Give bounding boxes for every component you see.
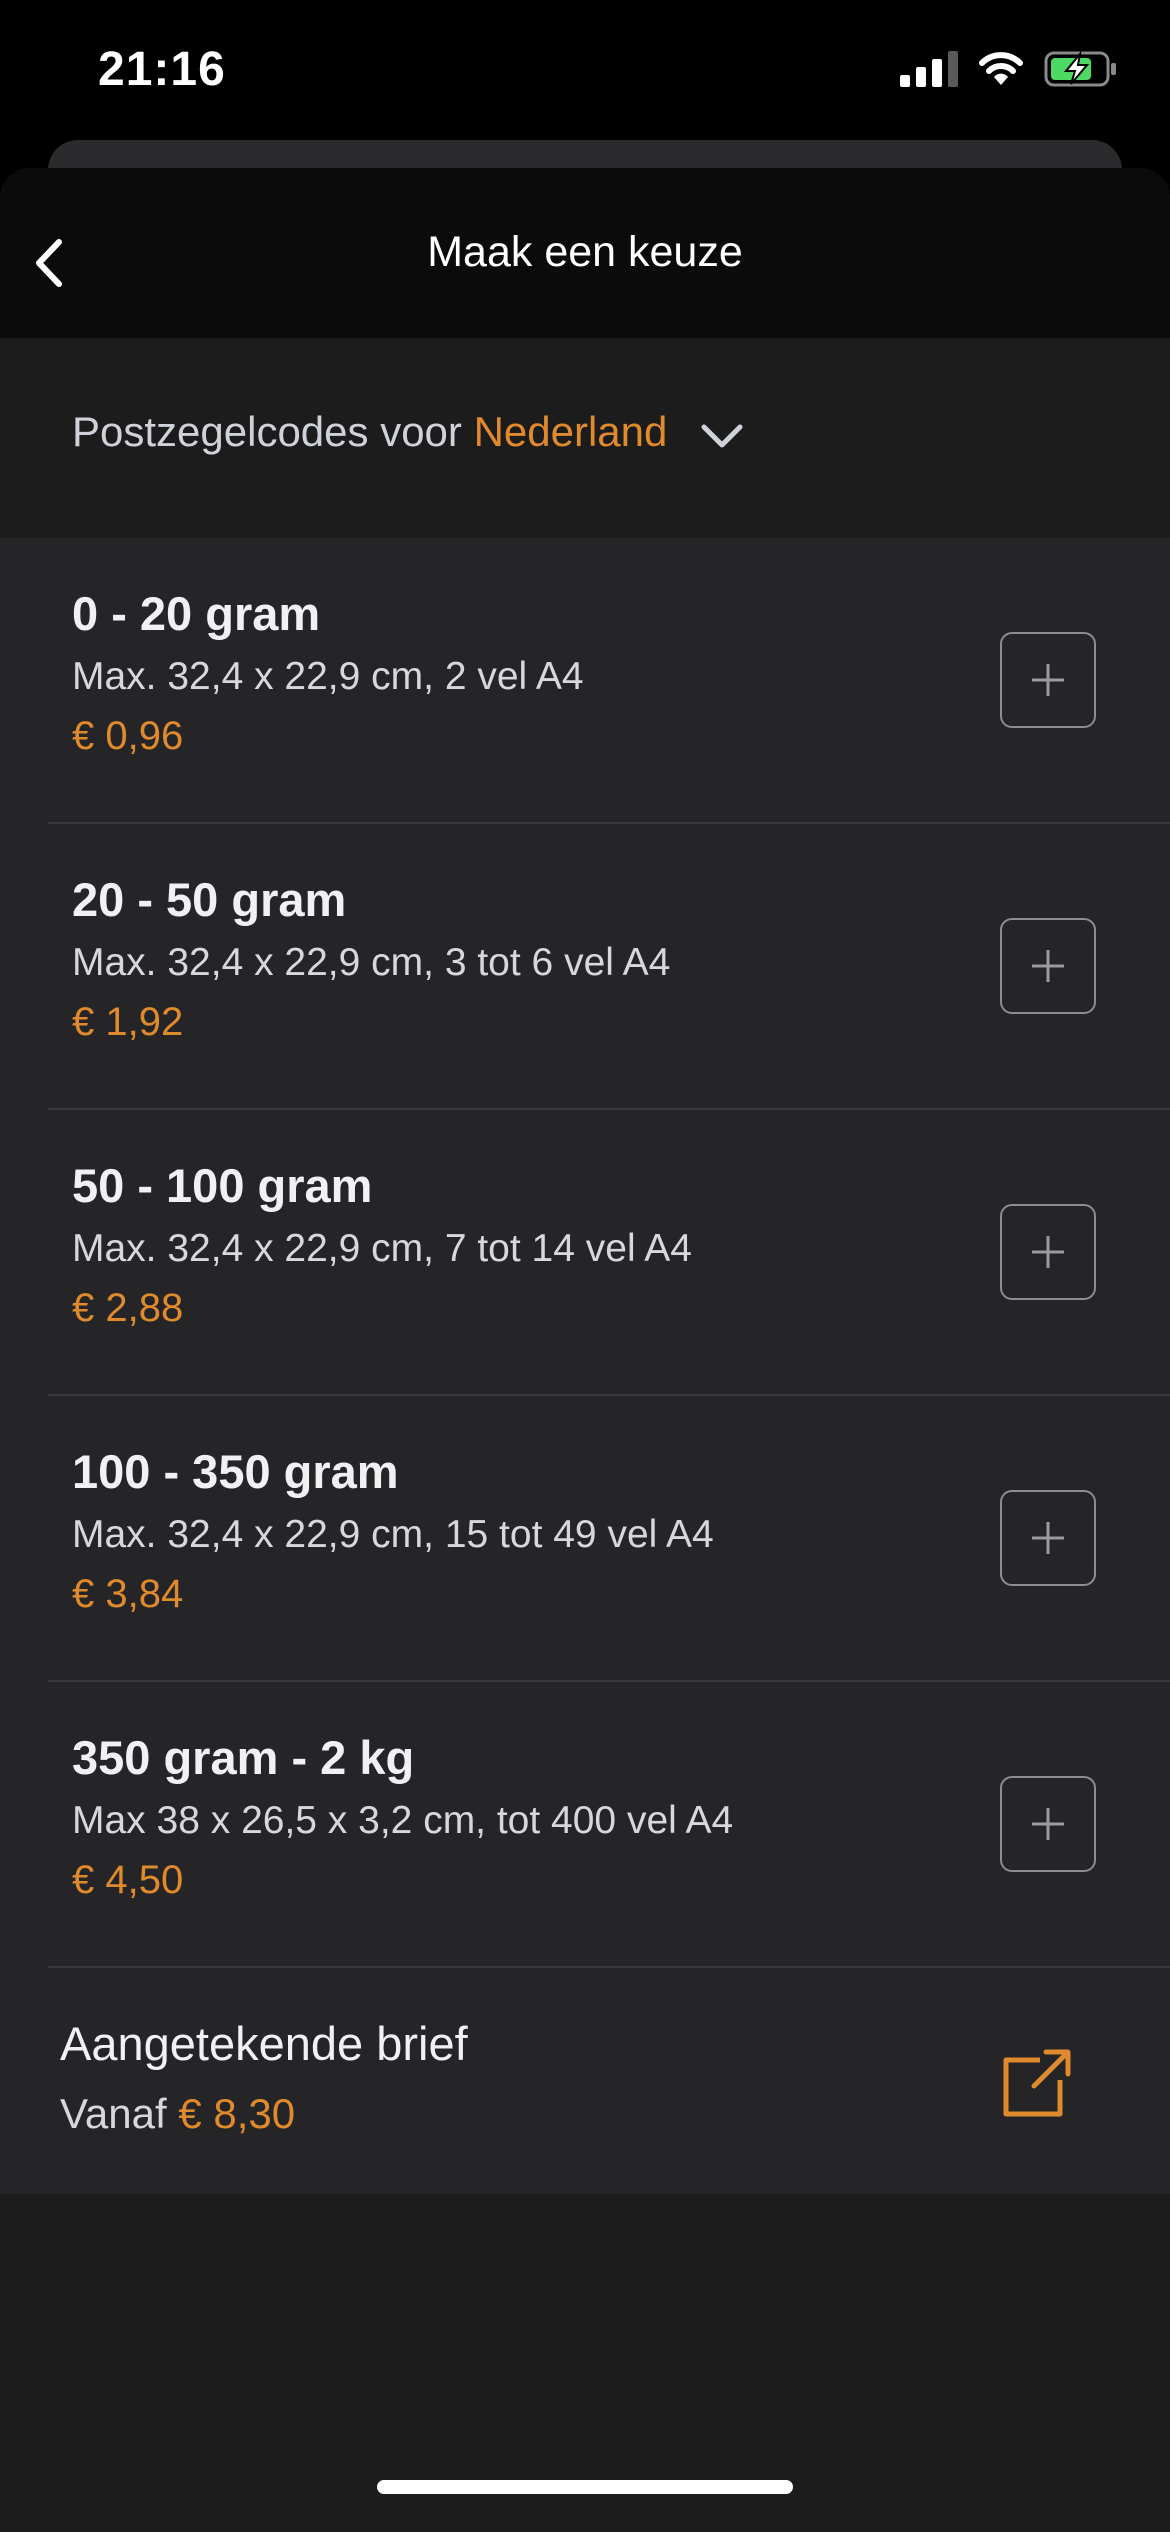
item-price: € 1,92 [72,1000,184,1044]
list-item: 20 - 50 gram Max. 32,4 x 22,9 cm, 3 tot … [0,824,1170,1110]
chevron-down-icon[interactable] [700,422,744,450]
plus-icon [1032,664,1064,696]
price-prefix: Vanaf [60,2090,167,2137]
item-description: Max. 32,4 x 22,9 cm, 3 tot 6 vel A4 [72,941,671,984]
country-label: Postzegelcodes voor Nederland [72,408,667,456]
cellular-signal-icon [900,51,958,87]
item-description: Max. 32,4 x 22,9 cm, 2 vel A4 [72,655,584,698]
external-link-icon[interactable] [1000,2046,1074,2120]
registered-letter-price: Vanaf € 8,30 [60,2090,295,2138]
country-prefix: Postzegelcodes voor [72,408,462,455]
item-title: 0 - 20 gram [72,587,321,640]
status-icons [900,50,1118,88]
choice-sheet: Maak een keuze Postzegelcodes voor Neder… [0,168,1170,2532]
battery-charging-icon [1044,50,1116,87]
plus-icon [1032,1808,1064,1840]
item-description: Max. 32,4 x 22,9 cm, 7 tot 14 vel A4 [72,1227,693,1270]
add-button[interactable] [1000,918,1096,1014]
item-description: Max. 32,4 x 22,9 cm, 15 tot 49 vel A4 [72,1513,714,1556]
list-item: 50 - 100 gram Max. 32,4 x 22,9 cm, 7 tot… [0,1110,1170,1396]
item-title: 350 gram - 2 kg [72,1731,415,1784]
item-description: Max 38 x 26,5 x 3,2 cm, tot 400 vel A4 [72,1799,734,1842]
item-title: 50 - 100 gram [72,1159,373,1212]
stamp-code-list: 0 - 20 gram Max. 32,4 x 22,9 cm, 2 vel A… [0,538,1170,2194]
nav-header: Maak een keuze [0,168,1170,338]
list-item: 0 - 20 gram Max. 32,4 x 22,9 cm, 2 vel A… [0,538,1170,824]
plus-icon [1032,1236,1064,1268]
country-selector[interactable]: Postzegelcodes voor Nederland [0,338,1170,538]
list-item: 350 gram - 2 kg Max 38 x 26,5 x 3,2 cm, … [0,1682,1170,1968]
item-title: 100 - 350 gram [72,1445,399,1498]
list-item: 100 - 350 gram Max. 32,4 x 22,9 cm, 15 t… [0,1396,1170,1682]
item-price: € 0,96 [72,714,184,758]
item-title: 20 - 50 gram [72,873,347,926]
status-time: 21:16 [98,43,226,96]
wifi-icon [979,52,1023,85]
plus-icon [1032,1522,1064,1554]
add-button[interactable] [1000,1490,1096,1586]
plus-icon [1032,950,1064,982]
price-value: € 8,30 [178,2090,296,2137]
item-price: € 4,50 [72,1858,184,1902]
add-button[interactable] [1000,1204,1096,1300]
registered-letter-title: Aangetekende brief [60,2017,468,2070]
add-button[interactable] [1000,632,1096,728]
registered-letter-link[interactable]: Aangetekende brief Vanaf € 8,30 [0,1968,1170,2194]
status-bar: 21:16 [0,0,1170,140]
page-title: Maak een keuze [427,228,743,276]
item-price: € 3,84 [72,1572,184,1616]
home-indicator[interactable] [377,2480,793,2494]
add-button[interactable] [1000,1776,1096,1872]
country-value[interactable]: Nederland [474,408,668,455]
item-price: € 2,88 [72,1286,184,1330]
